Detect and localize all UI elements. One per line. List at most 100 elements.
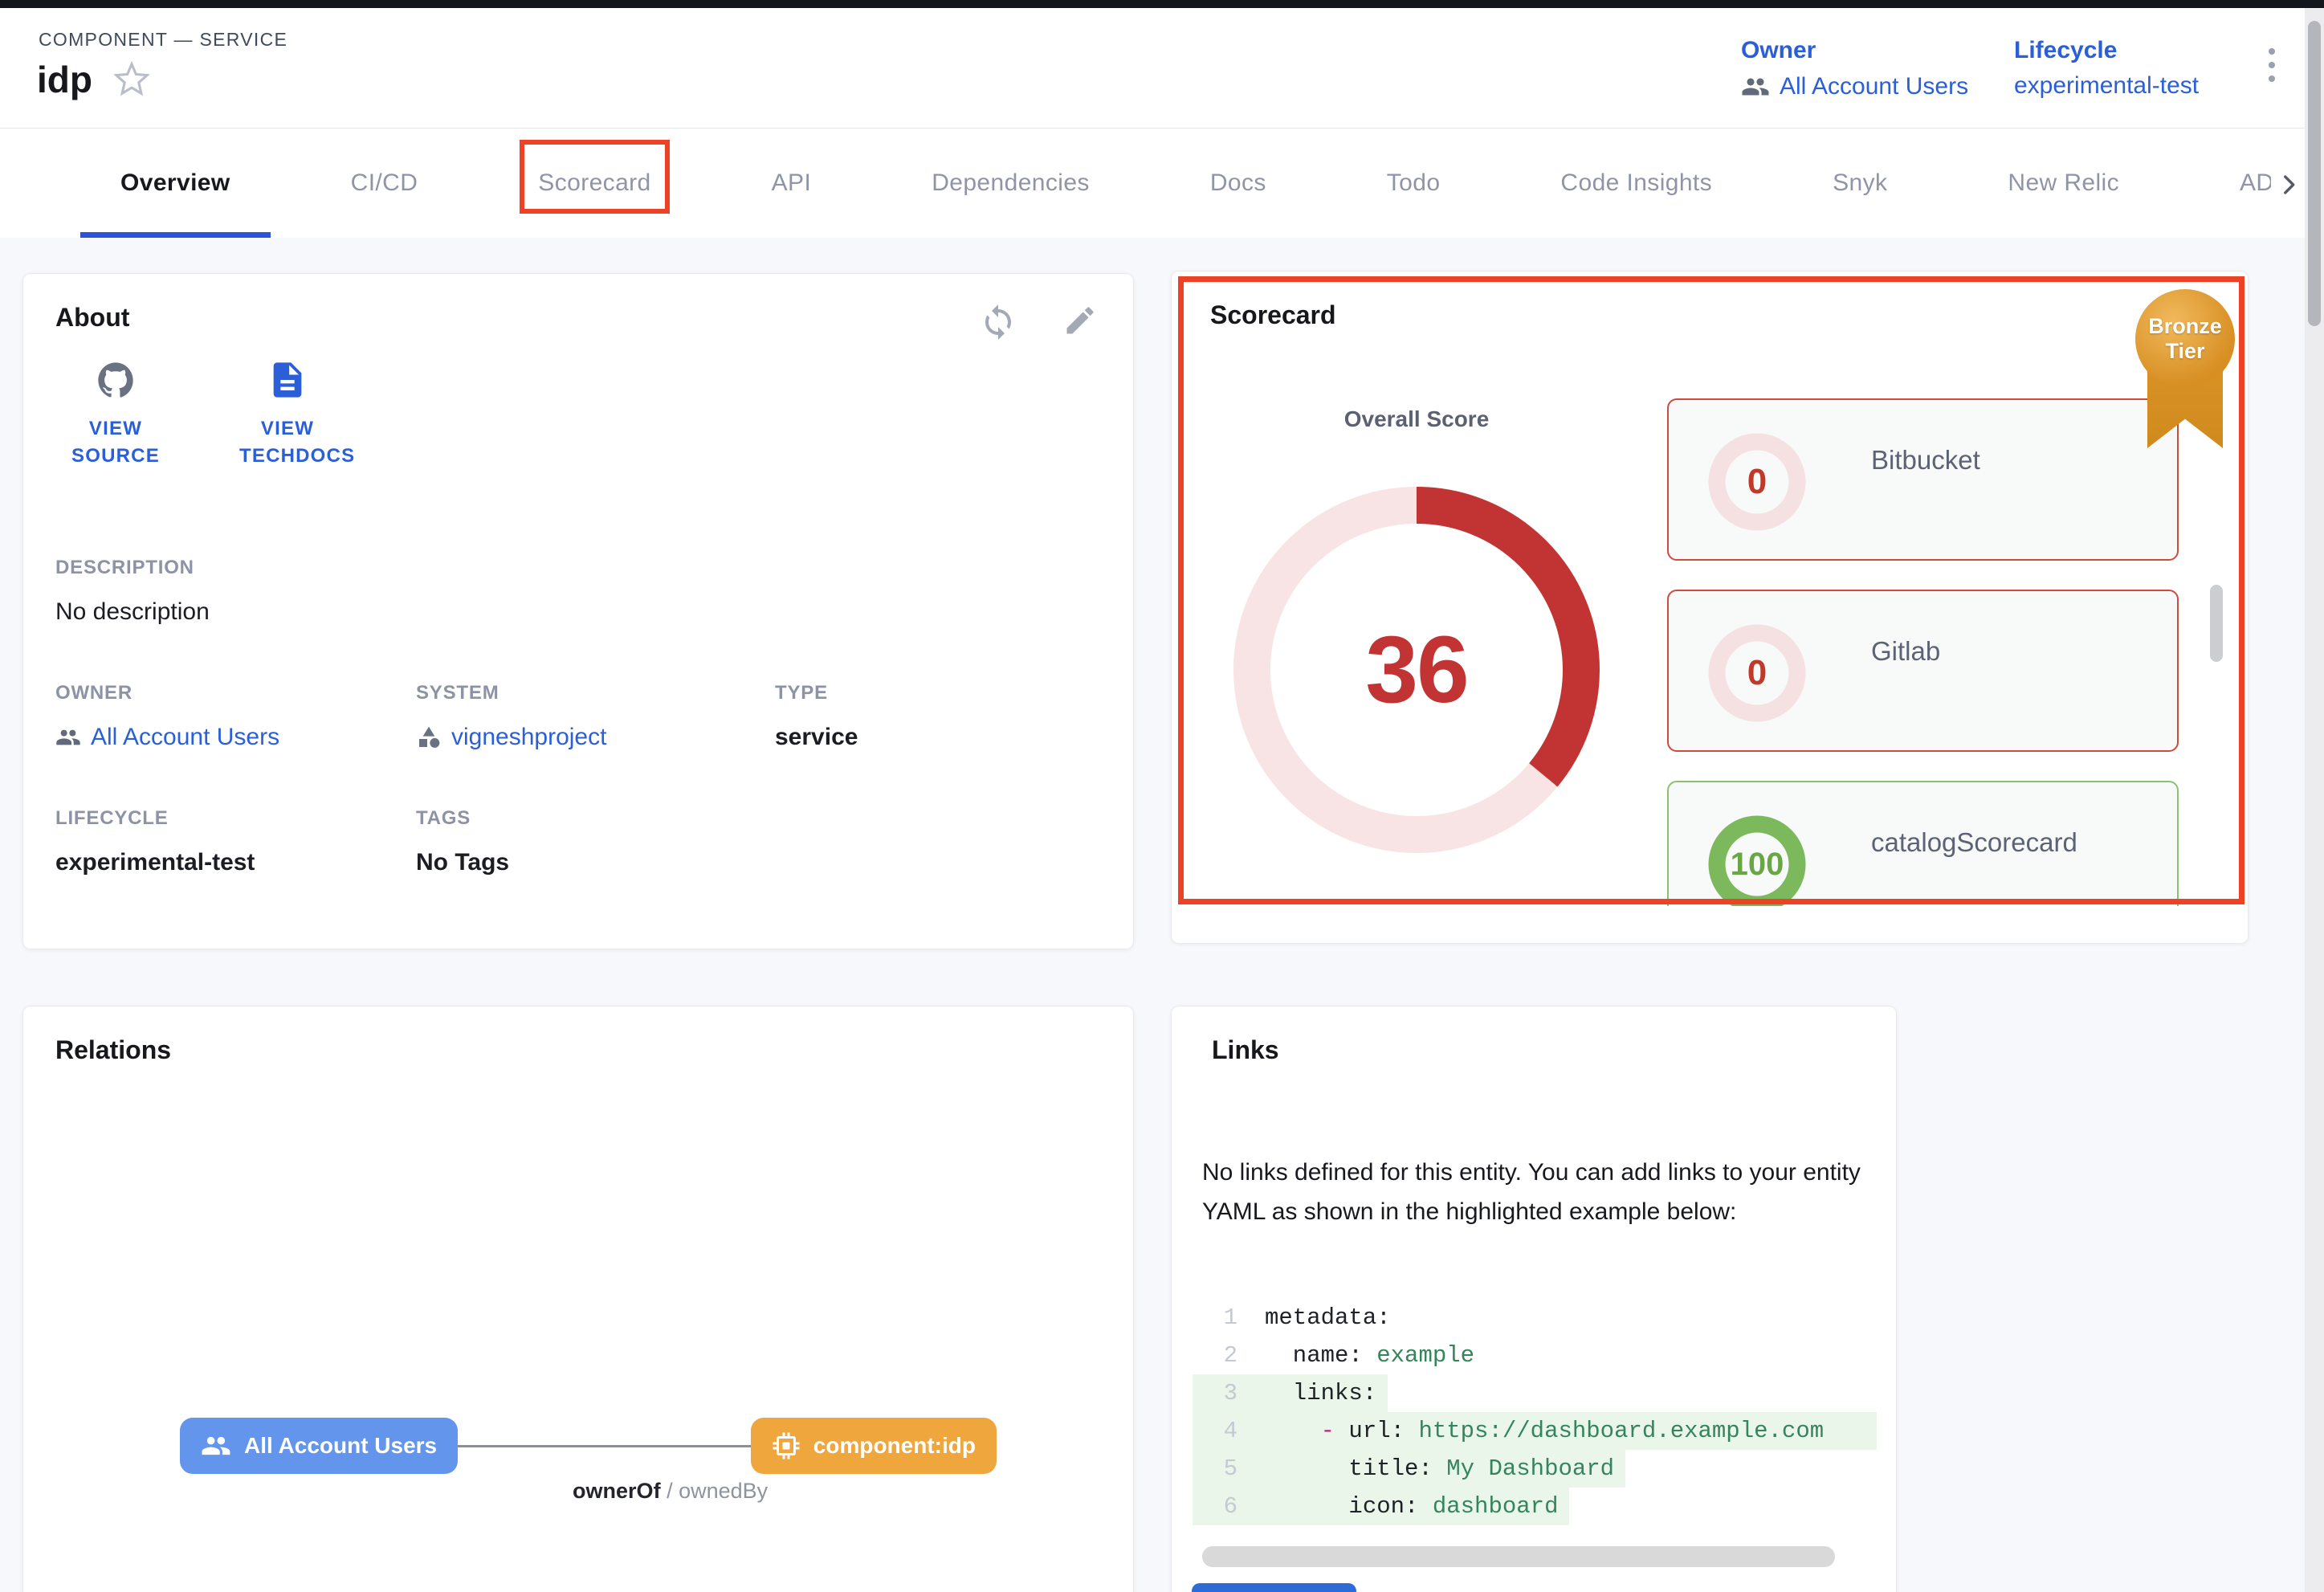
- check-score-value: 0: [1701, 617, 1813, 729]
- field-owner: OWNER All Account Users: [55, 682, 416, 751]
- page-scrollbar: [2305, 8, 2324, 1592]
- top-window-strip: [0, 0, 2324, 8]
- relation-node-owner[interactable]: All Account Users: [180, 1418, 458, 1474]
- relation-node-component[interactable]: component:idp: [751, 1418, 997, 1474]
- view-techdocs-link[interactable]: VIEW TECHDOCS: [227, 359, 348, 470]
- system-link[interactable]: vigneshproject: [416, 724, 775, 751]
- tab-new-relic[interactable]: New Relic: [2008, 129, 2119, 238]
- entity-header: COMPONENT — SERVICE idp Owner All Accoun…: [0, 8, 2324, 129]
- links-empty-message: No links defined for this entity. You ca…: [1202, 1153, 1883, 1231]
- view-source-link[interactable]: VIEW SOURCE: [55, 359, 176, 470]
- entity-tab-bar: Overview CI/CD Scorecard API Dependencies Doc…: [0, 129, 2324, 238]
- page-title: idp: [37, 58, 92, 101]
- scorecard-card: Scorecard Overall Score 36 0 Bitbucket 0: [1171, 271, 2249, 944]
- microchip-icon: [772, 1431, 801, 1460]
- breadcrumb: COMPONENT — SERVICE: [39, 29, 287, 51]
- overview-content: About VIEW SOURCE: [0, 238, 2324, 1592]
- entity-page: COMPONENT — SERVICE idp Owner All Accoun…: [0, 0, 2324, 1592]
- header-owner: Owner All Account Users: [1741, 37, 1968, 101]
- code-line-2: 2 name: example: [1193, 1337, 1486, 1374]
- code-line-number: 4: [1193, 1412, 1237, 1450]
- about-card: About VIEW SOURCE: [22, 273, 1134, 949]
- tab-ad[interactable]: AD: [2240, 129, 2273, 238]
- page-title-row: idp: [37, 58, 150, 101]
- check-score-ring: 0: [1701, 617, 1813, 729]
- relation-edge-label: ownerOf / ownedBy: [573, 1479, 768, 1504]
- people-icon: [1741, 72, 1770, 101]
- github-icon: [95, 359, 137, 401]
- check-score-value: 100: [1701, 808, 1813, 906]
- relations-card: Relations All Account Users component:id…: [22, 1006, 1134, 1592]
- code-line-4: 4 - url: https://dashboard.example.com: [1193, 1412, 1877, 1450]
- relations-title: Relations: [55, 1035, 171, 1065]
- owner-label: Owner: [1741, 37, 1968, 64]
- code-line-number: 3: [1193, 1374, 1237, 1412]
- page-scrollbar-thumb[interactable]: [2308, 21, 2321, 326]
- people-icon: [201, 1431, 231, 1461]
- overall-score-donut: 36: [1216, 469, 1617, 871]
- tab-docs[interactable]: Docs: [1210, 129, 1266, 238]
- about-actions: [979, 303, 1101, 341]
- scorecard-check-gitlab[interactable]: 0 Gitlab: [1667, 590, 2179, 752]
- scorecard-check-bitbucket[interactable]: 0 Bitbucket: [1667, 398, 2179, 561]
- scorecard-title: Scorecard: [1210, 300, 1336, 330]
- links-title: Links: [1212, 1035, 1279, 1065]
- tab-api[interactable]: API: [772, 129, 812, 238]
- tab-code-insights[interactable]: Code Insights: [1560, 129, 1712, 238]
- system-category-icon: [416, 725, 442, 750]
- check-score-value: 0: [1701, 426, 1813, 538]
- check-name: Bitbucket: [1871, 445, 1980, 559]
- people-icon: [55, 725, 81, 750]
- scorecard-check-list: 0 Bitbucket 0 Gitlab 100 catalogScorecar…: [1667, 398, 2181, 906]
- code-horizontal-scrollbar[interactable]: [1202, 1546, 1835, 1567]
- tab-scorecard[interactable]: Scorecard: [538, 129, 650, 238]
- more-options-kebab-icon[interactable]: [2260, 48, 2284, 82]
- tab-overview[interactable]: Overview: [120, 129, 230, 238]
- tab-dependencies[interactable]: Dependencies: [932, 129, 1090, 238]
- code-line-5: 5 title: My Dashboard: [1193, 1450, 1625, 1488]
- view-source-label: VIEW SOURCE: [67, 415, 164, 470]
- tabs-overflow-chevron-right-icon[interactable]: [2271, 167, 2306, 202]
- edit-pencil-icon[interactable]: [1062, 303, 1101, 341]
- lifecycle-value: experimental-test: [2014, 72, 2199, 100]
- techdocs-document-icon: [267, 359, 308, 401]
- overall-score-label: Overall Score: [1216, 406, 1617, 432]
- relations-graph: All Account Users component:idp ownerOf …: [180, 1418, 997, 1474]
- code-line-number: 2: [1193, 1337, 1237, 1374]
- tab-todo[interactable]: Todo: [1387, 129, 1441, 238]
- code-line-1: 1metadata:: [1193, 1299, 1402, 1337]
- lifecycle-label: Lifecycle: [2014, 37, 2199, 64]
- about-fields: DESCRIPTION No description OWNER All Acc…: [55, 557, 1101, 876]
- links-action-button[interactable]: [1192, 1583, 1356, 1592]
- scorecard-tab-annotation: [520, 140, 669, 214]
- check-score-ring: 0: [1701, 426, 1813, 538]
- bronze-tier-badge: Bronze Tier: [2135, 289, 2235, 459]
- code-line-3: 3 links:: [1193, 1374, 1388, 1412]
- about-title: About: [55, 303, 129, 333]
- check-name: Gitlab: [1871, 636, 1940, 750]
- header-lifecycle: Lifecycle experimental-test: [2014, 37, 2199, 100]
- favorite-star-icon[interactable]: [113, 61, 150, 98]
- refresh-icon[interactable]: [979, 303, 1017, 341]
- field-description: DESCRIPTION No description: [55, 557, 1101, 626]
- scorecard-check-catalogscorecard[interactable]: 100 catalogScorecard: [1667, 781, 2179, 906]
- scorecard-list-scrollbar[interactable]: [2210, 585, 2223, 662]
- about-quick-links: VIEW SOURCE VIEW TECHDOCS: [55, 359, 348, 470]
- overall-score-value: 36: [1216, 469, 1617, 871]
- check-name: catalogScorecard: [1871, 827, 2077, 906]
- owner-link[interactable]: All Account Users: [55, 724, 416, 751]
- field-tags: TAGS No Tags: [416, 807, 775, 876]
- badge-medal: Bronze Tier: [2135, 289, 2235, 389]
- field-type: TYPE service: [775, 682, 1101, 751]
- view-techdocs-label: VIEW TECHDOCS: [239, 415, 336, 470]
- tab-ci-cd[interactable]: CI/CD: [351, 129, 418, 238]
- owner-value[interactable]: All Account Users: [1741, 72, 1968, 101]
- code-line-number: 6: [1193, 1488, 1237, 1525]
- code-line-number: 5: [1193, 1450, 1237, 1488]
- check-score-ring: 100: [1701, 808, 1813, 906]
- relation-edge-line: [458, 1445, 751, 1447]
- tab-snyk[interactable]: Snyk: [1833, 129, 1887, 238]
- field-lifecycle: LIFECYCLE experimental-test: [55, 807, 416, 876]
- code-line-number: 1: [1193, 1299, 1237, 1337]
- links-card: Links No links defined for this entity. …: [1171, 1006, 1897, 1592]
